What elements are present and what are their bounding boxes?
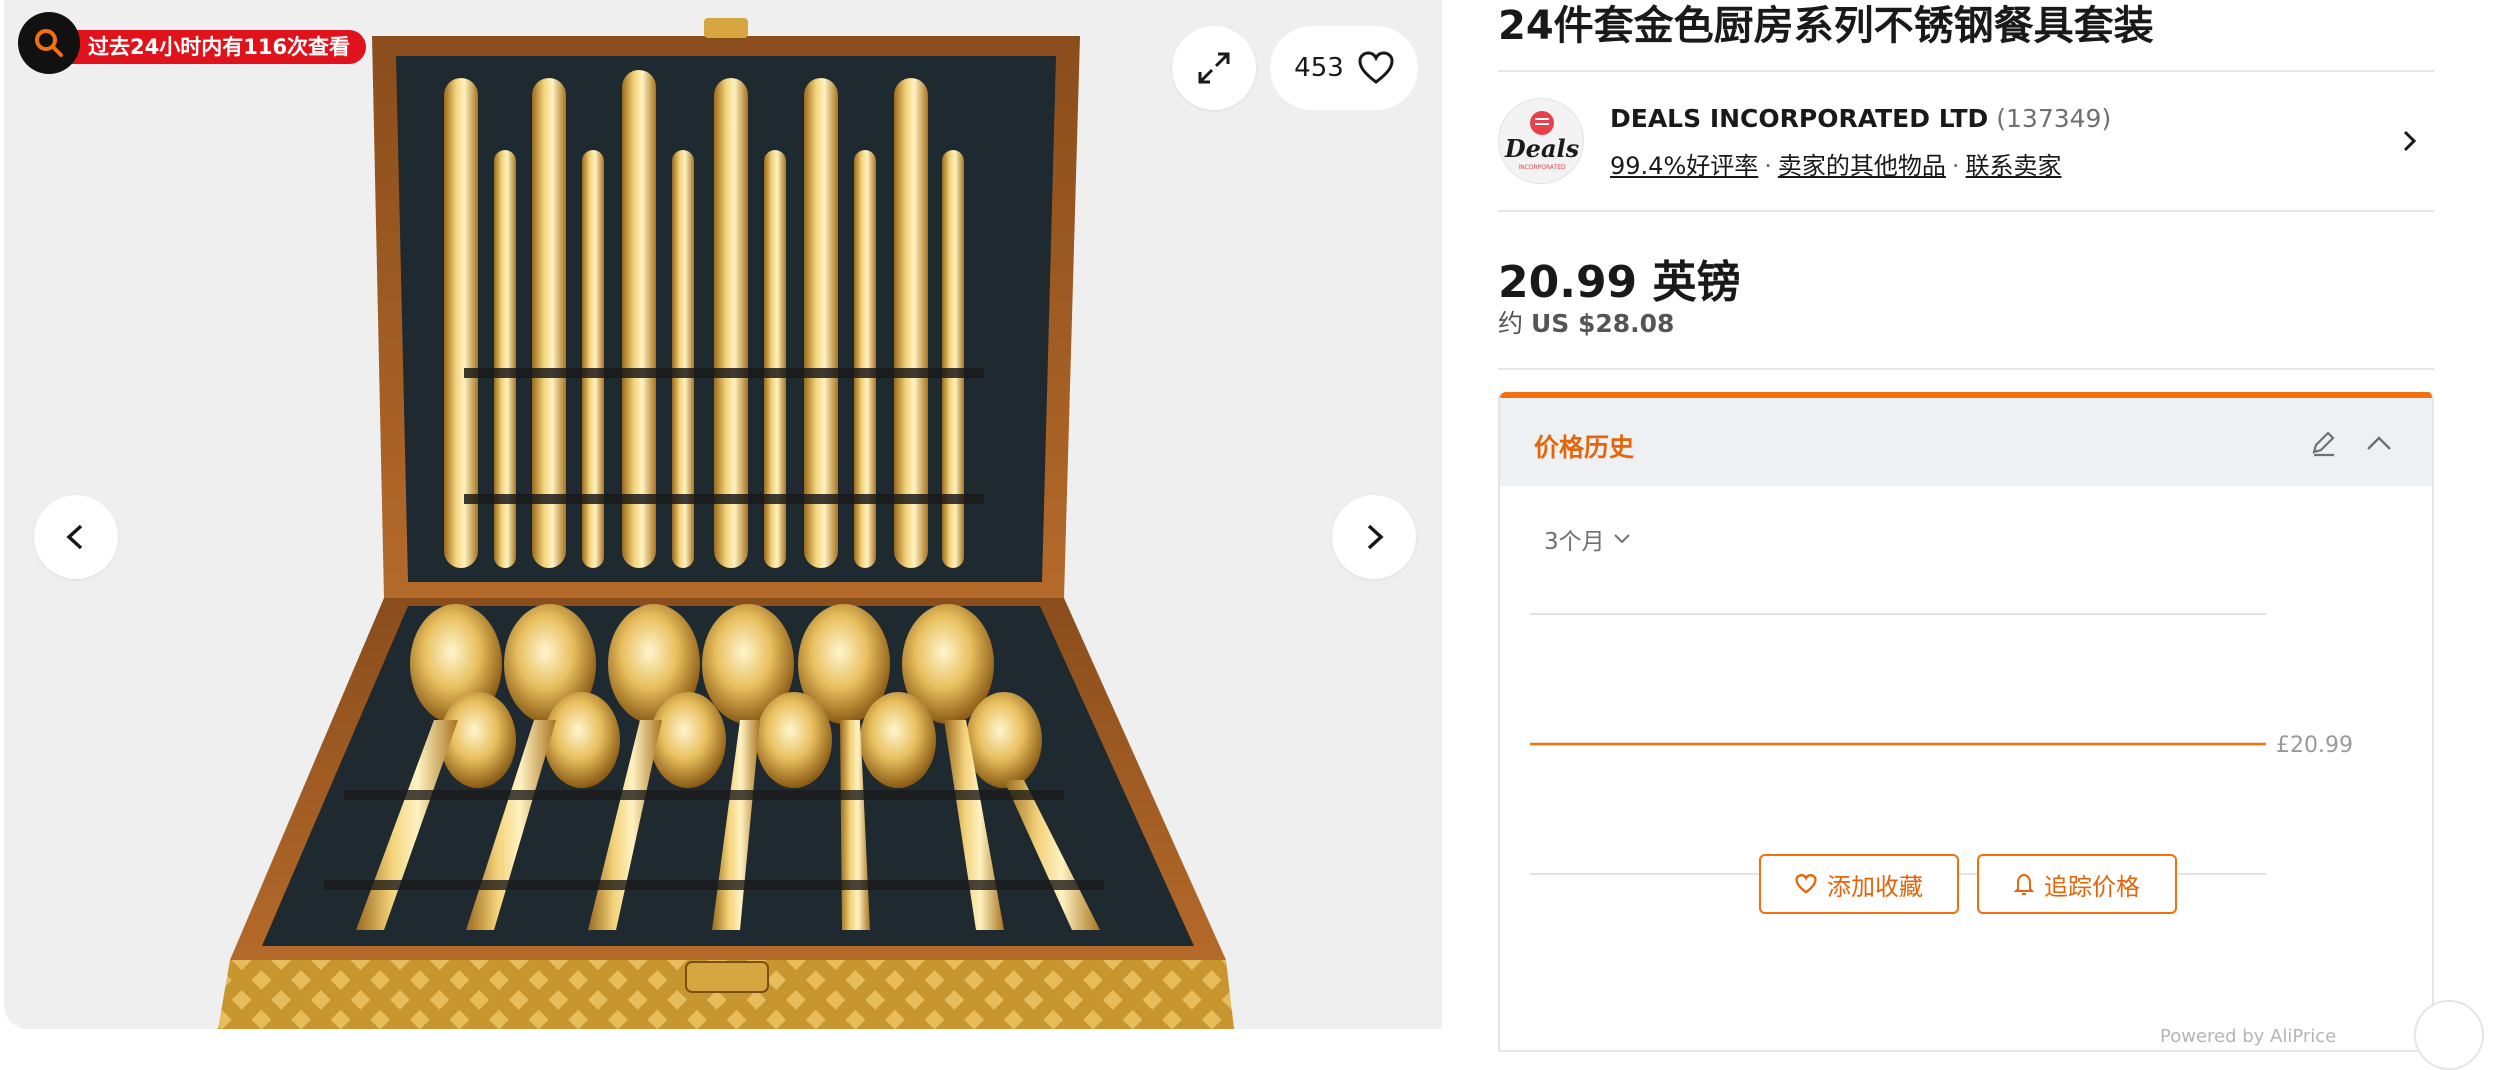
pencil-icon[interactable] xyxy=(2308,428,2338,458)
seller-name-line: DEALS INCORPORATED LTD (137349) xyxy=(1610,104,2111,133)
add-to-watchlist-button[interactable]: 添加收藏 xyxy=(1759,854,1959,914)
seller-links: 99.4%好评率 · 卖家的其他物品 · 联系卖家 xyxy=(1610,146,2062,181)
price-history-card: 价格历史 3个月 £20.9912月 添加收藏 xyxy=(1498,392,2434,1052)
approx-prefix: 约 xyxy=(1498,309,1524,338)
divider xyxy=(1498,368,2434,370)
contact-seller-link[interactable]: 联系卖家 xyxy=(1966,152,2062,180)
heart-icon xyxy=(1358,51,1394,84)
price-history-header[interactable]: 价格历史 xyxy=(1500,398,2432,486)
chevron-right-icon xyxy=(2403,130,2417,152)
visual-search-button[interactable] xyxy=(18,12,80,74)
expand-button[interactable] xyxy=(1172,26,1256,110)
image-gallery: 过去24小时内有116次查看 453 xyxy=(4,0,1442,1029)
previous-image-button[interactable] xyxy=(34,495,118,579)
chevron-up-icon[interactable] xyxy=(2364,428,2394,458)
seller-other-items-link[interactable]: 卖家的其他物品 xyxy=(1778,152,1946,180)
heart-icon xyxy=(1795,874,1817,894)
seller-name[interactable]: DEALS INCORPORATED LTD xyxy=(1610,104,1988,133)
seller-logo-text: Deals xyxy=(1504,134,1580,163)
approx-value: US $28.08 xyxy=(1530,309,1675,338)
search-icon xyxy=(35,29,63,57)
listing-title: 24件套金色厨房系列不锈钢餐具套装 xyxy=(1498,3,2154,49)
add-to-watchlist-label: 添加收藏 xyxy=(1827,872,1923,901)
scroll-top-button[interactable] xyxy=(2414,1000,2484,1070)
seller-logo-subtext: INCORPORATED xyxy=(1518,164,1566,171)
item-price: 20.99 英镑 xyxy=(1498,257,1741,308)
watch-button[interactable]: 453 xyxy=(1270,26,1418,110)
price-history-actions: 添加收藏 追踪价格 xyxy=(1500,854,2432,914)
chevron-left-icon xyxy=(66,524,83,550)
divider xyxy=(1498,210,2434,212)
next-image-button[interactable] xyxy=(1332,495,1416,579)
divider xyxy=(1498,70,2434,72)
track-price-label: 追踪价格 xyxy=(2044,872,2140,901)
seller-feedback-count: (137349) xyxy=(1996,104,2112,133)
listing-panel: 24件套金色厨房系列不锈钢餐具套装 Deals INCORPORATED DEA… xyxy=(1498,0,2438,1052)
track-price-button[interactable]: 追踪价格 xyxy=(1977,854,2177,914)
deals-logo-image: Deals INCORPORATED xyxy=(1504,111,1580,171)
views-badge: 过去24小时内有116次查看 xyxy=(52,30,367,64)
separator-dot: · xyxy=(1764,152,1772,180)
price-value-label: £20.99 xyxy=(2276,733,2353,758)
expand-icon xyxy=(1198,52,1230,84)
approx-price: 约 US $28.08 xyxy=(1498,304,1674,340)
powered-by: Powered by AliPrice xyxy=(2160,1026,2337,1047)
product-photo[interactable] xyxy=(4,0,1442,1029)
seller-logo[interactable]: Deals INCORPORATED xyxy=(1498,98,1584,184)
chevron-right-icon xyxy=(1367,524,1384,550)
separator-dot: · xyxy=(1951,152,1960,180)
watch-count: 453 xyxy=(1294,53,1344,83)
seller-details-button[interactable] xyxy=(2394,126,2424,156)
positive-feedback-link[interactable]: 99.4%好评率 xyxy=(1610,152,1758,180)
bell-icon xyxy=(2014,873,2034,895)
price-history-title: 价格历史 xyxy=(1534,433,1635,462)
